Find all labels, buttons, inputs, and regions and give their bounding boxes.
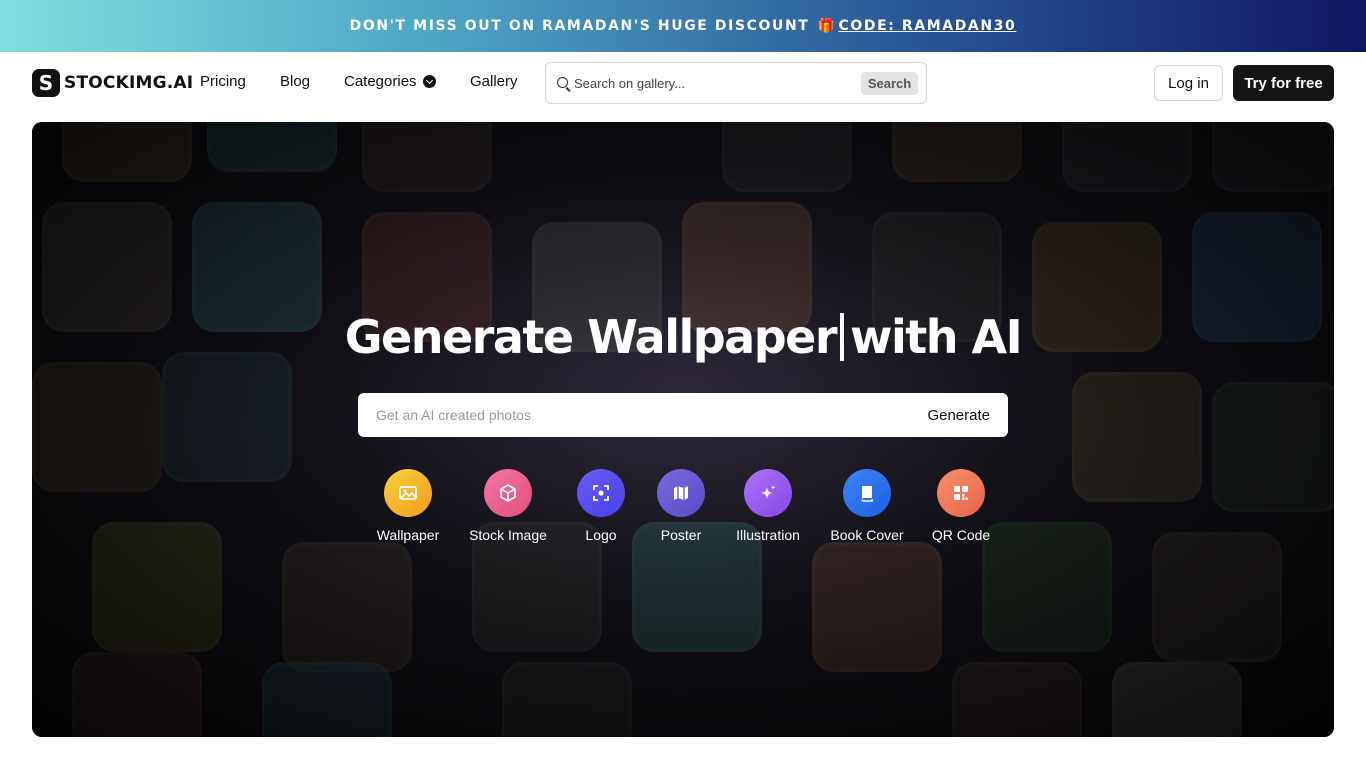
nav-link-pricing[interactable]: Pricing xyxy=(200,73,246,90)
top-nav: S STOCKIMG.AI Pricing Blog Categories Ga… xyxy=(0,52,1366,114)
nav-categories-label: Categories xyxy=(344,73,417,90)
search-icon xyxy=(557,77,568,88)
focus-icon xyxy=(577,469,625,517)
hero-title-main: Generate Wallpaper xyxy=(344,310,838,364)
hero-title: Generate Wallpaper with AI xyxy=(32,310,1334,364)
gallery-search: Search xyxy=(545,62,927,104)
qr-icon xyxy=(937,469,985,517)
chevron-down-icon xyxy=(422,75,436,88)
prompt-box: Generate xyxy=(358,393,1008,437)
category-label: Illustration xyxy=(736,527,800,543)
logo-mark-icon: S xyxy=(32,69,60,97)
category-illustration[interactable]: Illustration xyxy=(713,469,823,543)
category-qr-code[interactable]: QR Code xyxy=(906,469,1016,543)
book-icon xyxy=(843,469,891,517)
sparkle-icon xyxy=(744,469,792,517)
cube-icon xyxy=(484,469,532,517)
typing-cursor xyxy=(840,313,845,361)
hero-title-suffix: with AI xyxy=(850,310,1023,364)
category-shortcuts: Wallpaper Stock Image Logo Poster Illust… xyxy=(32,469,1334,549)
category-wallpaper[interactable]: Wallpaper xyxy=(353,469,463,543)
logo[interactable]: S STOCKIMG.AI xyxy=(32,69,193,97)
gallery-search-button[interactable]: Search xyxy=(861,72,918,95)
gift-icon: 🎁 xyxy=(817,18,837,34)
generate-button[interactable]: Generate xyxy=(927,404,990,426)
category-label: Wallpaper xyxy=(376,527,440,543)
login-button[interactable]: Log in xyxy=(1154,65,1223,101)
nav-link-categories[interactable]: Categories xyxy=(344,73,436,90)
prompt-input[interactable] xyxy=(376,404,896,426)
gallery-search-input[interactable] xyxy=(574,72,854,94)
promo-code-link[interactable]: CODE: RAMADAN30 xyxy=(839,18,1017,34)
category-label: QR Code xyxy=(931,527,991,543)
hero-section: Generate Wallpaperwith AI Generate Wallp… xyxy=(32,122,1334,737)
image-icon xyxy=(384,469,432,517)
promo-text: DON'T MISS OUT ON RAMADAN'S HUGE DISCOUN… xyxy=(349,18,810,34)
nav-link-gallery[interactable]: Gallery xyxy=(470,73,518,90)
promo-banner: DON'T MISS OUT ON RAMADAN'S HUGE DISCOUN… xyxy=(0,0,1366,52)
nav-link-blog[interactable]: Blog xyxy=(280,73,310,90)
try-free-button[interactable]: Try for free xyxy=(1233,65,1334,101)
logo-text: STOCKIMG.AI xyxy=(64,73,194,93)
map-icon xyxy=(657,469,705,517)
